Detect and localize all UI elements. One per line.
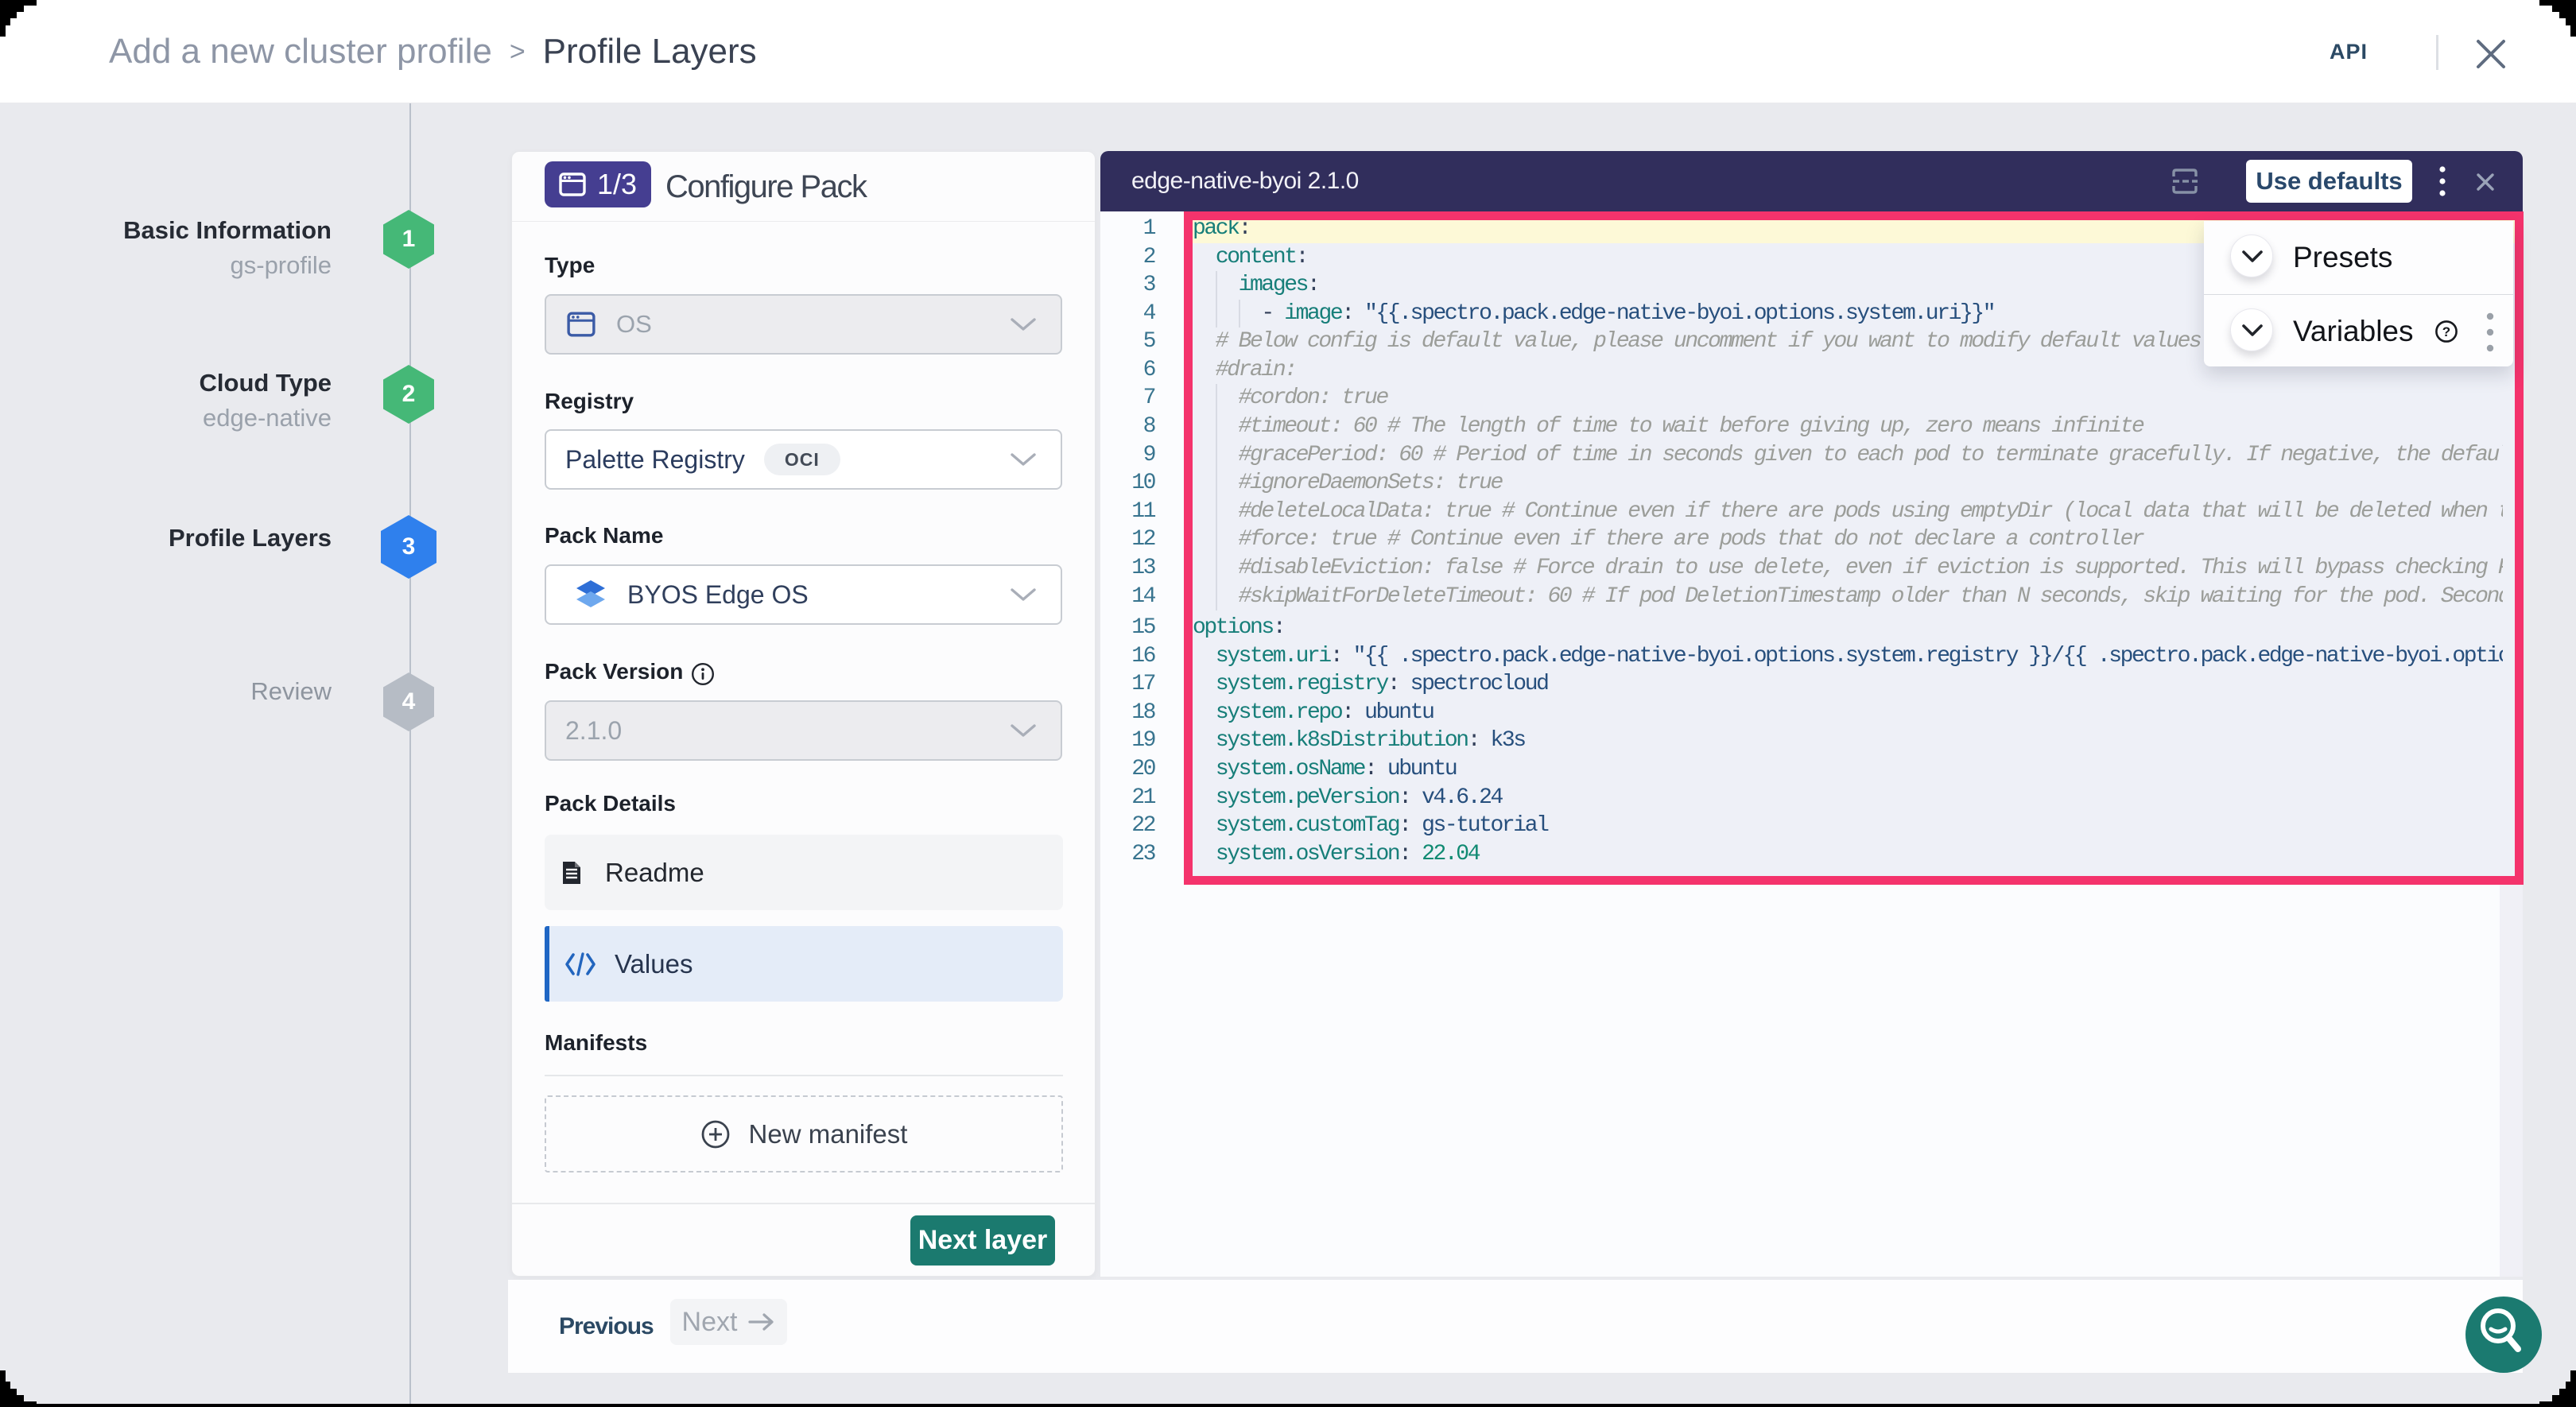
svg-text:?: ? <box>2442 324 2450 339</box>
